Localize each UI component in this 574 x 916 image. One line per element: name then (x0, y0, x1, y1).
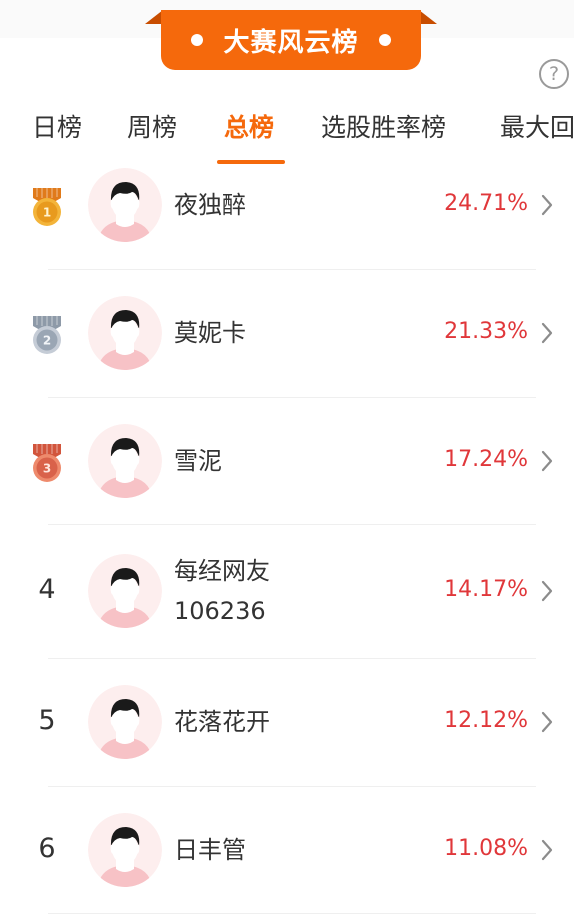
user-avatar[interactable] (88, 813, 162, 887)
user-name[interactable]: 莫妮卡 (174, 313, 246, 353)
user-name-line: 花落花开 (174, 708, 270, 736)
return-rate: 17.24% (444, 447, 528, 472)
chevron-right-icon[interactable] (539, 836, 555, 864)
tab-overall[interactable]: 总榜 (224, 104, 274, 154)
title-dot-right (378, 34, 391, 46)
user-avatar[interactable] (88, 554, 162, 628)
title-banner: 大赛风云榜 (145, 10, 437, 70)
tab-weekly[interactable]: 周榜 (127, 104, 177, 154)
rank-number: 4 (38, 574, 56, 605)
title-banner-body: 大赛风云榜 (161, 10, 421, 70)
silver-medal-icon: 2 (30, 314, 64, 356)
user-name[interactable]: 夜独醉 (174, 185, 246, 225)
user-name-line: 雪泥 (174, 447, 222, 475)
user-name-line: 夜独醉 (174, 191, 246, 219)
gold-medal-icon: 1 (30, 186, 64, 228)
user-name-line: 106236 (174, 597, 266, 625)
user-avatar[interactable] (88, 296, 162, 370)
svg-text:3: 3 (43, 462, 51, 476)
user-avatar[interactable] (88, 685, 162, 759)
row-divider (48, 524, 536, 525)
rank-number: 6 (38, 833, 56, 864)
user-name[interactable]: 日丰管 (174, 830, 246, 870)
row-divider (48, 658, 536, 659)
user-avatar[interactable] (88, 168, 162, 242)
tab-max-drawdown[interactable]: 最大回 (500, 104, 574, 154)
tab-win-rate[interactable]: 选股胜率榜 (321, 104, 446, 154)
user-name-line: 每经网友 (174, 557, 270, 585)
user-name-line: 莫妮卡 (174, 319, 246, 347)
user-name[interactable]: 花落花开 (174, 702, 270, 742)
row-divider (48, 913, 536, 914)
row-divider (48, 269, 536, 270)
title-dot-left (191, 34, 204, 46)
rank-number: 5 (38, 705, 56, 736)
user-name[interactable]: 每经网友 106236 (174, 551, 270, 631)
return-rate: 11.08% (444, 836, 528, 861)
return-rate: 12.12% (444, 708, 528, 733)
chevron-right-icon[interactable] (539, 447, 555, 475)
svg-text:2: 2 (43, 334, 51, 348)
active-tab-underline (217, 160, 285, 164)
tab-daily[interactable]: 日榜 (32, 104, 82, 154)
tab-bar: 日榜 周榜 总榜 选股胜率榜 最大回 (0, 104, 574, 164)
return-rate: 24.71% (444, 191, 528, 216)
return-rate: 21.33% (444, 319, 528, 344)
user-name-line: 日丰管 (174, 836, 246, 864)
chevron-right-icon[interactable] (539, 577, 555, 605)
svg-text:1: 1 (43, 206, 51, 220)
row-divider (48, 786, 536, 787)
help-circle-icon[interactable]: ? (539, 59, 569, 89)
user-avatar[interactable] (88, 424, 162, 498)
user-name[interactable]: 雪泥 (174, 441, 222, 481)
banner-ear-right (419, 10, 437, 24)
chevron-right-icon[interactable] (539, 708, 555, 736)
chevron-right-icon[interactable] (539, 319, 555, 347)
page-title: 大赛风云榜 (223, 27, 359, 58)
bronze-medal-icon: 3 (30, 442, 64, 484)
row-divider (48, 397, 536, 398)
chevron-right-icon[interactable] (539, 191, 555, 219)
return-rate: 14.17% (444, 577, 528, 602)
